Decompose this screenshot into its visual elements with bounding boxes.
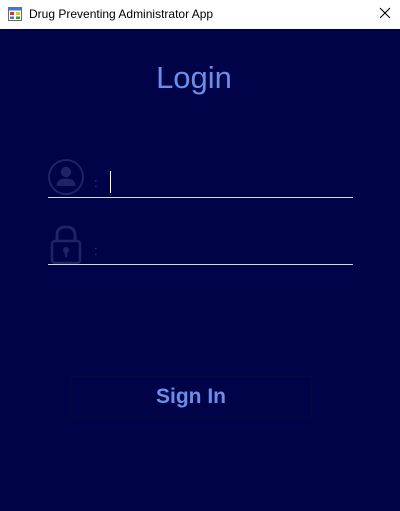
password-separator: : — [94, 243, 98, 258]
login-panel: Login : : Sign In — [0, 29, 400, 511]
username-input[interactable] — [112, 171, 348, 195]
sign-in-button[interactable]: Sign In — [70, 376, 312, 418]
title-bar: Drug Preventing Administrator App — [0, 0, 400, 29]
login-heading: Login — [156, 60, 232, 95]
username-underline — [48, 197, 353, 198]
app-form-icon — [8, 7, 22, 21]
password-input[interactable] — [112, 239, 348, 263]
username-separator: : — [94, 175, 98, 190]
close-button[interactable] — [370, 0, 400, 29]
window-title: Drug Preventing Administrator App — [29, 7, 214, 21]
user-icon — [47, 158, 85, 201]
text-caret — [110, 171, 111, 193]
password-underline — [48, 264, 353, 265]
close-icon — [379, 6, 391, 24]
